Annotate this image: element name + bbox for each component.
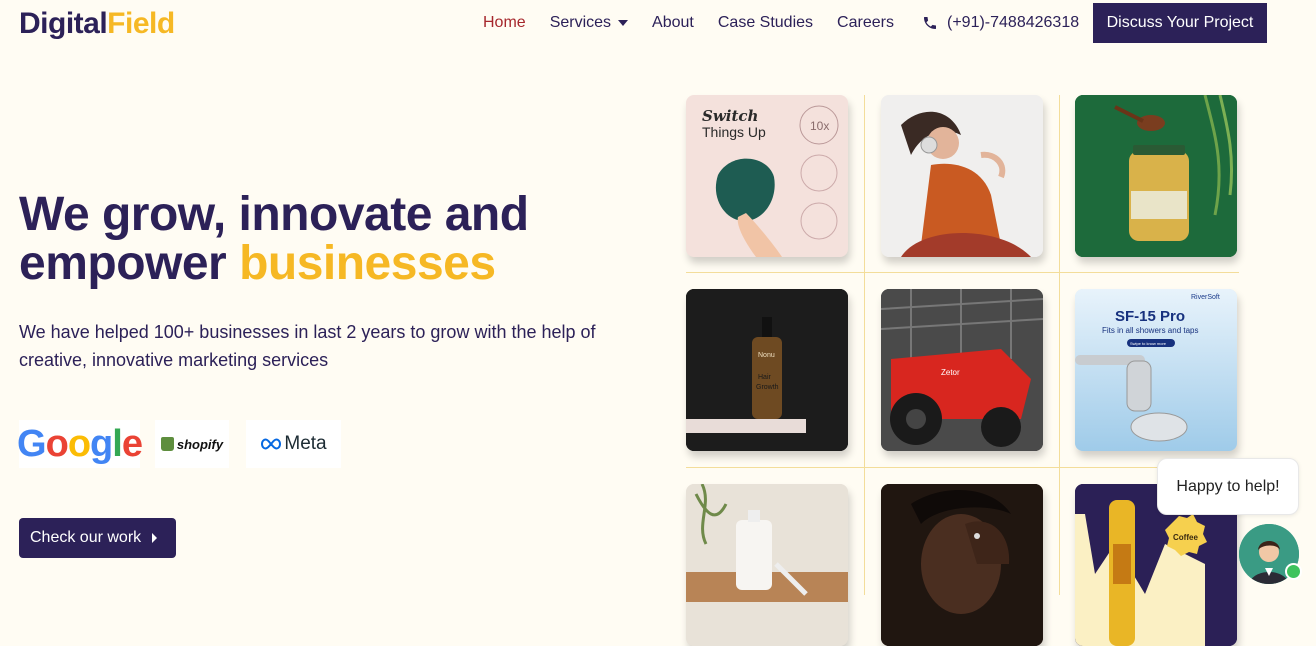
tractor-brand: Zetor (941, 368, 960, 377)
hero-subtitle: We have helped 100+ businesses in last 2… (19, 322, 596, 370)
check-our-work-label: Check our work (30, 529, 142, 546)
grid-line (1059, 95, 1060, 595)
portfolio-tile-tractor[interactable]: Zetor (881, 289, 1043, 451)
bottle-cap (748, 510, 760, 522)
check-our-work-button[interactable]: Check our work (19, 518, 176, 558)
google-letter: e (121, 422, 143, 465)
bottle-label: Growth (756, 384, 779, 391)
bottle-label (1113, 544, 1131, 584)
google-letter: o (67, 422, 91, 465)
shopify-label: shopify (176, 436, 224, 452)
online-status-dot (1285, 563, 1302, 580)
google-letter: o (45, 422, 69, 465)
hand-shape (737, 213, 782, 257)
product-shape (715, 158, 775, 221)
brand-logo-part1: Digital (19, 7, 108, 40)
portfolio-tile-portrait[interactable] (881, 484, 1043, 646)
shower-brand: RiverSoft (1191, 294, 1220, 301)
nav-about[interactable]: About (652, 14, 694, 32)
brand-logo-part2: Field (107, 7, 175, 40)
portfolio-tile-headphones[interactable] (881, 95, 1043, 257)
brand-logo[interactable]: DigitalField (19, 7, 175, 41)
chat-message-bubble[interactable]: Happy to help! (1157, 458, 1299, 515)
shower-button-label: Swipe to know more (1130, 341, 1167, 346)
hero-line2-prefix: empower (19, 237, 240, 290)
portfolio-tile-switch[interactable]: Switch Things Up 10x (686, 95, 848, 257)
nav-careers[interactable]: Careers (837, 14, 894, 32)
chevron-down-icon (618, 20, 629, 26)
meta-label: Meta (284, 433, 327, 454)
grid-line (686, 272, 1239, 273)
phone-link[interactable]: (+91)-7488426318 (922, 14, 1079, 32)
jar-label (1131, 191, 1187, 219)
meta-infinity-icon (261, 438, 282, 450)
portfolio-tile-skincare[interactable] (686, 484, 848, 646)
wheel-hub (906, 409, 926, 429)
google-letter: g (90, 422, 113, 465)
nav-services[interactable]: Services (549, 14, 629, 32)
bottle-shape (736, 520, 772, 590)
headphone-shape (920, 136, 938, 154)
switch-badge-ring (800, 154, 838, 192)
main-nav: Home Services About Case Studies Careers (483, 14, 918, 32)
hero-highlight: businesses (239, 237, 496, 290)
portfolio-tile-jar[interactable] (1075, 95, 1237, 257)
shopify-bag-icon (160, 437, 174, 451)
grid-line (864, 95, 865, 595)
shopify-logo: shopify (155, 420, 229, 468)
ring-shape (974, 533, 980, 539)
phone-icon (924, 17, 936, 29)
spoon-shape (1137, 115, 1165, 131)
bottle-label: Nonu (758, 352, 775, 359)
nav-home[interactable]: Home (483, 14, 526, 32)
switch-badge-ring (800, 202, 838, 240)
caret-right-icon (152, 533, 158, 543)
hero-line2: empower businesses (19, 239, 529, 288)
pedestal-shape (686, 419, 806, 433)
switch-title: Switch (702, 107, 758, 125)
meta-logo: Meta (246, 420, 341, 468)
bottle-label: Hair (758, 374, 772, 381)
shower-head (1130, 412, 1188, 442)
nav-services-label: Services (549, 14, 612, 31)
portfolio-tile-serum[interactable]: Nonu Hair Growth (686, 289, 848, 451)
wheel-shape (981, 407, 1021, 447)
google-letter: G (17, 422, 47, 465)
hero-line1: We grow, innovate and (19, 188, 529, 241)
portfolio-tile-shower[interactable]: RiverSoft SF-15 Pro Fits in all showers … (1075, 289, 1237, 451)
google-letter: l (112, 422, 123, 465)
shower-subtitle: Fits in all showers and taps (1102, 326, 1199, 335)
shower-filter (1126, 360, 1152, 412)
shower-title: SF-15 Pro (1115, 308, 1185, 325)
jar-lid (1133, 145, 1185, 155)
switch-subtitle: Things Up (702, 124, 766, 140)
coffee-badge: Coffee (1173, 533, 1198, 542)
dropper-shape (762, 317, 772, 339)
phone-number: (+91)-7488426318 (947, 14, 1080, 31)
switch-badge: 10x (810, 119, 829, 133)
google-logo: Google (17, 420, 143, 468)
discuss-project-button[interactable]: Discuss Your Project (1093, 3, 1267, 43)
hero-headline: We grow, innovate and empower businesses (19, 190, 529, 288)
nav-case-studies[interactable]: Case Studies (718, 14, 813, 32)
